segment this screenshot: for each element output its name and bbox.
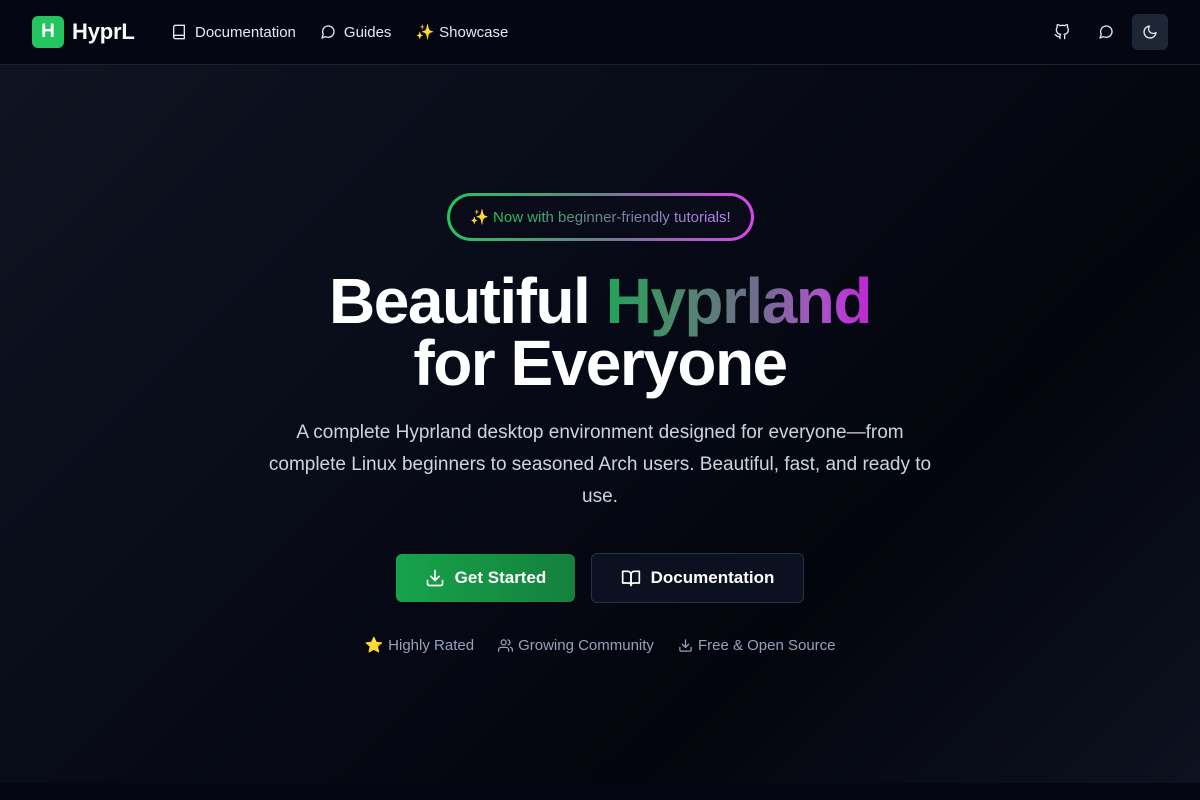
- feature-free-open-source: Free & Open Source: [678, 635, 836, 655]
- chat-bubble-icon: [1099, 25, 1113, 39]
- feature-label: Growing Community: [518, 636, 654, 654]
- theme-toggle-button[interactable]: [1132, 14, 1168, 50]
- nav-link-documentation[interactable]: Documentation: [171, 20, 296, 44]
- nav-link-label: Guides: [343, 23, 392, 41]
- open-book-icon: [621, 570, 640, 587]
- sparkles-icon: ✨: [470, 209, 490, 226]
- brand-link[interactable]: H HyprL: [32, 16, 135, 48]
- headline-line2: for Everyone: [413, 327, 788, 399]
- brand-logo-icon: H: [32, 16, 64, 48]
- moon-icon: [1143, 25, 1157, 39]
- users-icon: [498, 638, 514, 652]
- nav-link-label: Documentation: [195, 23, 296, 41]
- chat-bubble-icon: [321, 25, 335, 39]
- brand-name: HyprL: [72, 19, 135, 44]
- github-icon: [1054, 24, 1069, 40]
- feature-highlights: ⭐ Highly Rated Growing Community Free & …: [0, 635, 1200, 655]
- download-icon: [679, 638, 692, 652]
- documentation-button[interactable]: Documentation: [591, 553, 804, 603]
- nav-link-guides[interactable]: Guides: [320, 20, 392, 44]
- page-footer-edge: [0, 783, 1200, 800]
- main-nav: Documentation Guides ✨ Showcase: [171, 20, 508, 44]
- star-icon: ⭐: [364, 637, 384, 654]
- hero-description: A complete Hyprland desktop environment …: [268, 422, 932, 507]
- nav-link-showcase[interactable]: ✨ Showcase: [415, 20, 508, 44]
- top-navbar: H HyprL Documentation Guides ✨ Showcase: [0, 0, 1200, 65]
- download-icon: [426, 569, 444, 587]
- hero-headline: Beautiful Hyprland for Everyone: [0, 269, 1200, 395]
- announcement-badge[interactable]: ✨ Now with beginner-friendly tutorials!: [447, 193, 754, 241]
- book-icon: [173, 24, 185, 40]
- feature-label: Free & Open Source: [697, 636, 836, 654]
- community-chat-button[interactable]: [1088, 14, 1124, 50]
- documentation-label: Documentation: [650, 568, 775, 587]
- get-started-label: Get Started: [454, 568, 547, 587]
- github-button[interactable]: [1044, 14, 1080, 50]
- sparkles-icon: ✨: [415, 24, 435, 41]
- get-started-button[interactable]: Get Started: [396, 554, 575, 602]
- feature-highly-rated: ⭐ Highly Rated: [364, 635, 474, 655]
- feature-label: Highly Rated: [388, 636, 475, 654]
- badge-text: Now with beginner-friendly tutorials!: [493, 208, 731, 226]
- nav-link-label: Showcase: [439, 23, 509, 41]
- feature-growing-community: Growing Community: [498, 635, 654, 655]
- nav-actions: [1044, 14, 1168, 50]
